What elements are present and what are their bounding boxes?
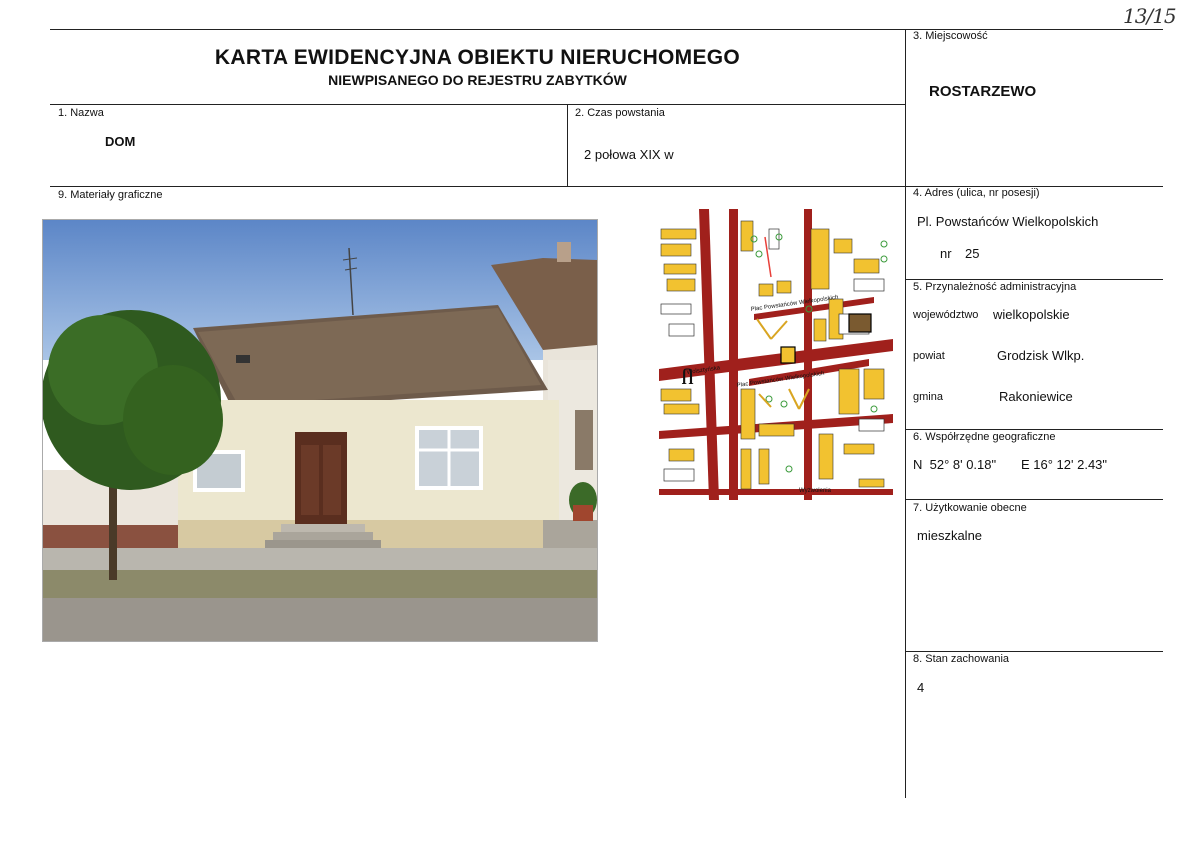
location-map: Plac Powstańców Wielkopolskich Plac Pows…: [659, 209, 893, 500]
column-divider-right: [905, 29, 906, 798]
address-number: 25: [965, 246, 980, 261]
locality-label: 3. Miejscowość: [913, 30, 988, 42]
row-divider-address: [905, 279, 1163, 280]
page-title: KARTA EWIDENCYJNA OBIEKTU NIERUCHOMEGO: [214, 46, 741, 69]
name-label: 1. Nazwa: [58, 107, 104, 119]
date-value: 2 połowa XIX w: [584, 147, 674, 162]
handwritten-catalog-number: 13/15: [1123, 4, 1177, 28]
voivodeship-value: wielkopolskie: [993, 307, 1070, 322]
coords-east: E 16° 12' 2.43": [1021, 457, 1108, 472]
page-subtitle: NIEWPISANEGO DO REJESTRU ZABYTKÓW: [328, 72, 627, 88]
voivodeship-label: województwo: [913, 309, 979, 321]
locality-value: ROSTARZEWO: [929, 83, 1037, 100]
admin-label: 5. Przynależność administracyjna: [913, 281, 1077, 293]
house-photo: [42, 219, 598, 642]
address-number-label: nr: [940, 246, 952, 261]
row-divider-admin: [905, 429, 1163, 430]
address-label: 4. Adres (ulica, nr posesji): [913, 187, 1040, 199]
coords-label: 6. Współrzędne geograficzne: [913, 431, 1056, 443]
usage-value: mieszkalne: [917, 528, 983, 543]
address-street: Pl. Powstańców Wielkopolskich: [917, 214, 1099, 229]
graphics-label: 9. Materiały graficzne: [58, 189, 163, 201]
row-divider-usage: [905, 651, 1163, 652]
condition-label: 8. Stan zachowania: [913, 653, 1010, 665]
map-street-label-bottom: Wyzwolenia: [799, 488, 832, 494]
date-label: 2. Czas powstania: [575, 107, 665, 119]
usage-label: 7. Użytkowanie obecne: [913, 502, 1027, 514]
name-value: DOM: [105, 134, 136, 149]
commune-label: gmina: [913, 391, 943, 403]
county-label: powiat: [913, 350, 945, 362]
condition-value: 4: [917, 680, 925, 695]
coords-north: N 52° 8' 0.18": [913, 457, 997, 472]
column-divider-date: [567, 104, 568, 186]
row-divider-coords: [905, 499, 1163, 500]
county-value: Grodzisk Wlkp.: [997, 348, 1085, 363]
church-icon: Ⴖ: [681, 368, 694, 389]
title-divider: [50, 104, 905, 105]
commune-value: Rakoniewice: [999, 389, 1073, 404]
top-border: [50, 29, 1163, 30]
